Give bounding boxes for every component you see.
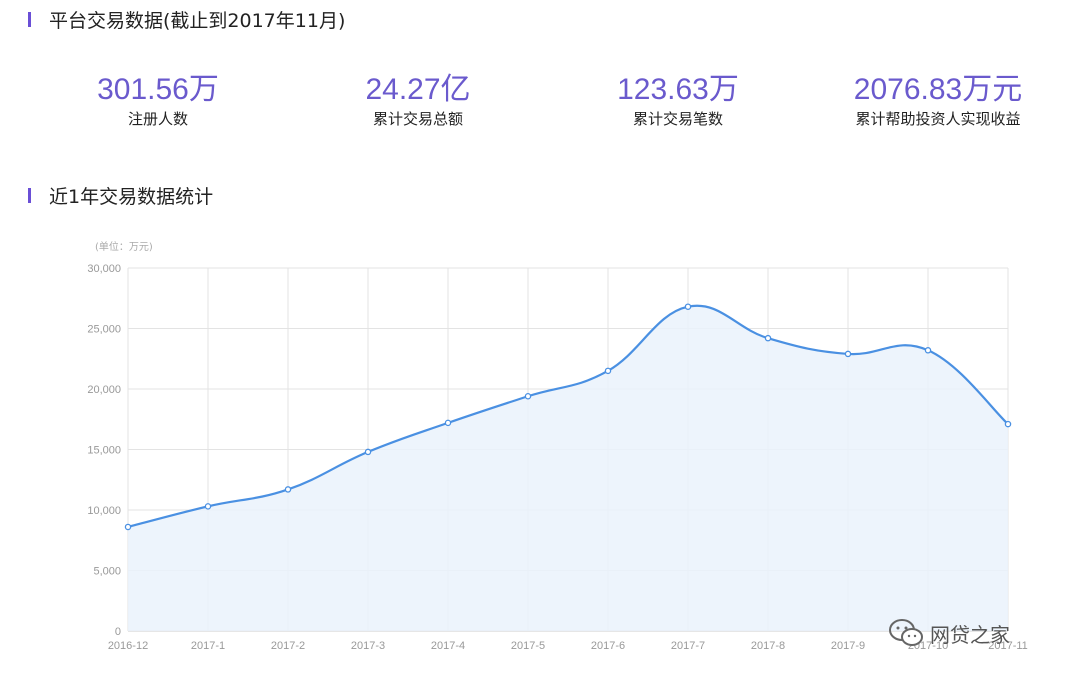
stat-label: 累计交易总额 <box>372 110 463 128</box>
stat-value: 2076.83万元 <box>853 73 1023 106</box>
stat-value: 123.63万 <box>617 73 739 106</box>
x-tick-label: 2016-12 <box>108 640 148 652</box>
stat-value: 24.27亿 <box>365 73 471 106</box>
stat-investor-earnings: 2076.83万元 累计帮助投资人实现收益 <box>808 70 1068 128</box>
y-tick-label: 30,000 <box>87 263 121 275</box>
data-point <box>844 350 852 358</box>
x-tick-label: 2017-4 <box>431 640 465 652</box>
x-tick-label: 2017-7 <box>671 640 705 652</box>
data-point <box>284 486 292 493</box>
yearly-data-title: 近1年交易数据统计 <box>49 186 214 208</box>
series-area <box>128 305 1008 631</box>
x-tick-label: 2017-2 <box>271 640 305 652</box>
x-tick-label: 2017-6 <box>591 640 625 652</box>
x-tick-label: 2017-9 <box>831 640 865 652</box>
y-tick-label: 0 <box>115 626 121 638</box>
y-tick-label: 15,000 <box>87 445 121 457</box>
y-tick-label: 20,000 <box>87 384 121 396</box>
y-tick-label: 10,000 <box>87 505 121 517</box>
data-point <box>684 303 692 310</box>
wechat-icon <box>889 619 923 646</box>
x-tick-label: 2017-1 <box>191 640 225 652</box>
platform-data-header: 平台交易数据(截止到2017年11月) <box>28 6 345 33</box>
stat-label: 累计交易笔数 <box>632 110 723 128</box>
data-point <box>124 523 132 531</box>
data-point <box>604 367 612 375</box>
transaction-area-chart: (单位：万元) 0 5,000 10,000 15,000 20,000 25,000 30… <box>87 240 1027 652</box>
y-axis-labels: 0 5,000 10,000 15,000 20,000 25,000 30,000 <box>87 263 121 638</box>
data-point <box>924 347 932 354</box>
area-layer <box>127 304 1009 631</box>
stat-label: 注册人数 <box>127 110 188 128</box>
data-point <box>204 503 212 510</box>
yearly-data-header: 近1年交易数据统计 <box>28 182 213 209</box>
stat-total-volume: 24.27亿 累计交易总额 <box>288 70 548 128</box>
platform-data-title: 平台交易数据(截止到2017年11月) <box>49 10 346 32</box>
y-tick-label: 25,000 <box>87 324 121 336</box>
accent-bar <box>28 188 31 203</box>
data-point <box>364 448 372 456</box>
data-point <box>764 334 772 342</box>
x-tick-label: 2017-3 <box>351 640 385 652</box>
x-tick-label: 2017-8 <box>751 640 785 652</box>
x-tick-label: 2017-5 <box>511 640 545 652</box>
y-tick-label: 5,000 <box>93 566 121 578</box>
watermark: 网贷之家 <box>888 618 1010 648</box>
stats-row: 301.56万 注册人数 24.27亿 累计交易总额 123.63万 累计交易笔… <box>0 70 1080 140</box>
unit-label: (单位：万元) <box>95 240 153 253</box>
data-point <box>524 393 532 400</box>
stat-label: 累计帮助投资人实现收益 <box>855 110 1021 128</box>
data-point <box>444 419 452 427</box>
stat-total-transactions: 123.63万 累计交易笔数 <box>548 70 808 128</box>
watermark-text: 网贷之家 <box>930 622 1010 647</box>
stat-registered-users: 301.56万 注册人数 <box>28 70 288 128</box>
data-point <box>1004 420 1012 428</box>
stat-value: 301.56万 <box>97 73 219 106</box>
accent-bar <box>28 12 31 27</box>
